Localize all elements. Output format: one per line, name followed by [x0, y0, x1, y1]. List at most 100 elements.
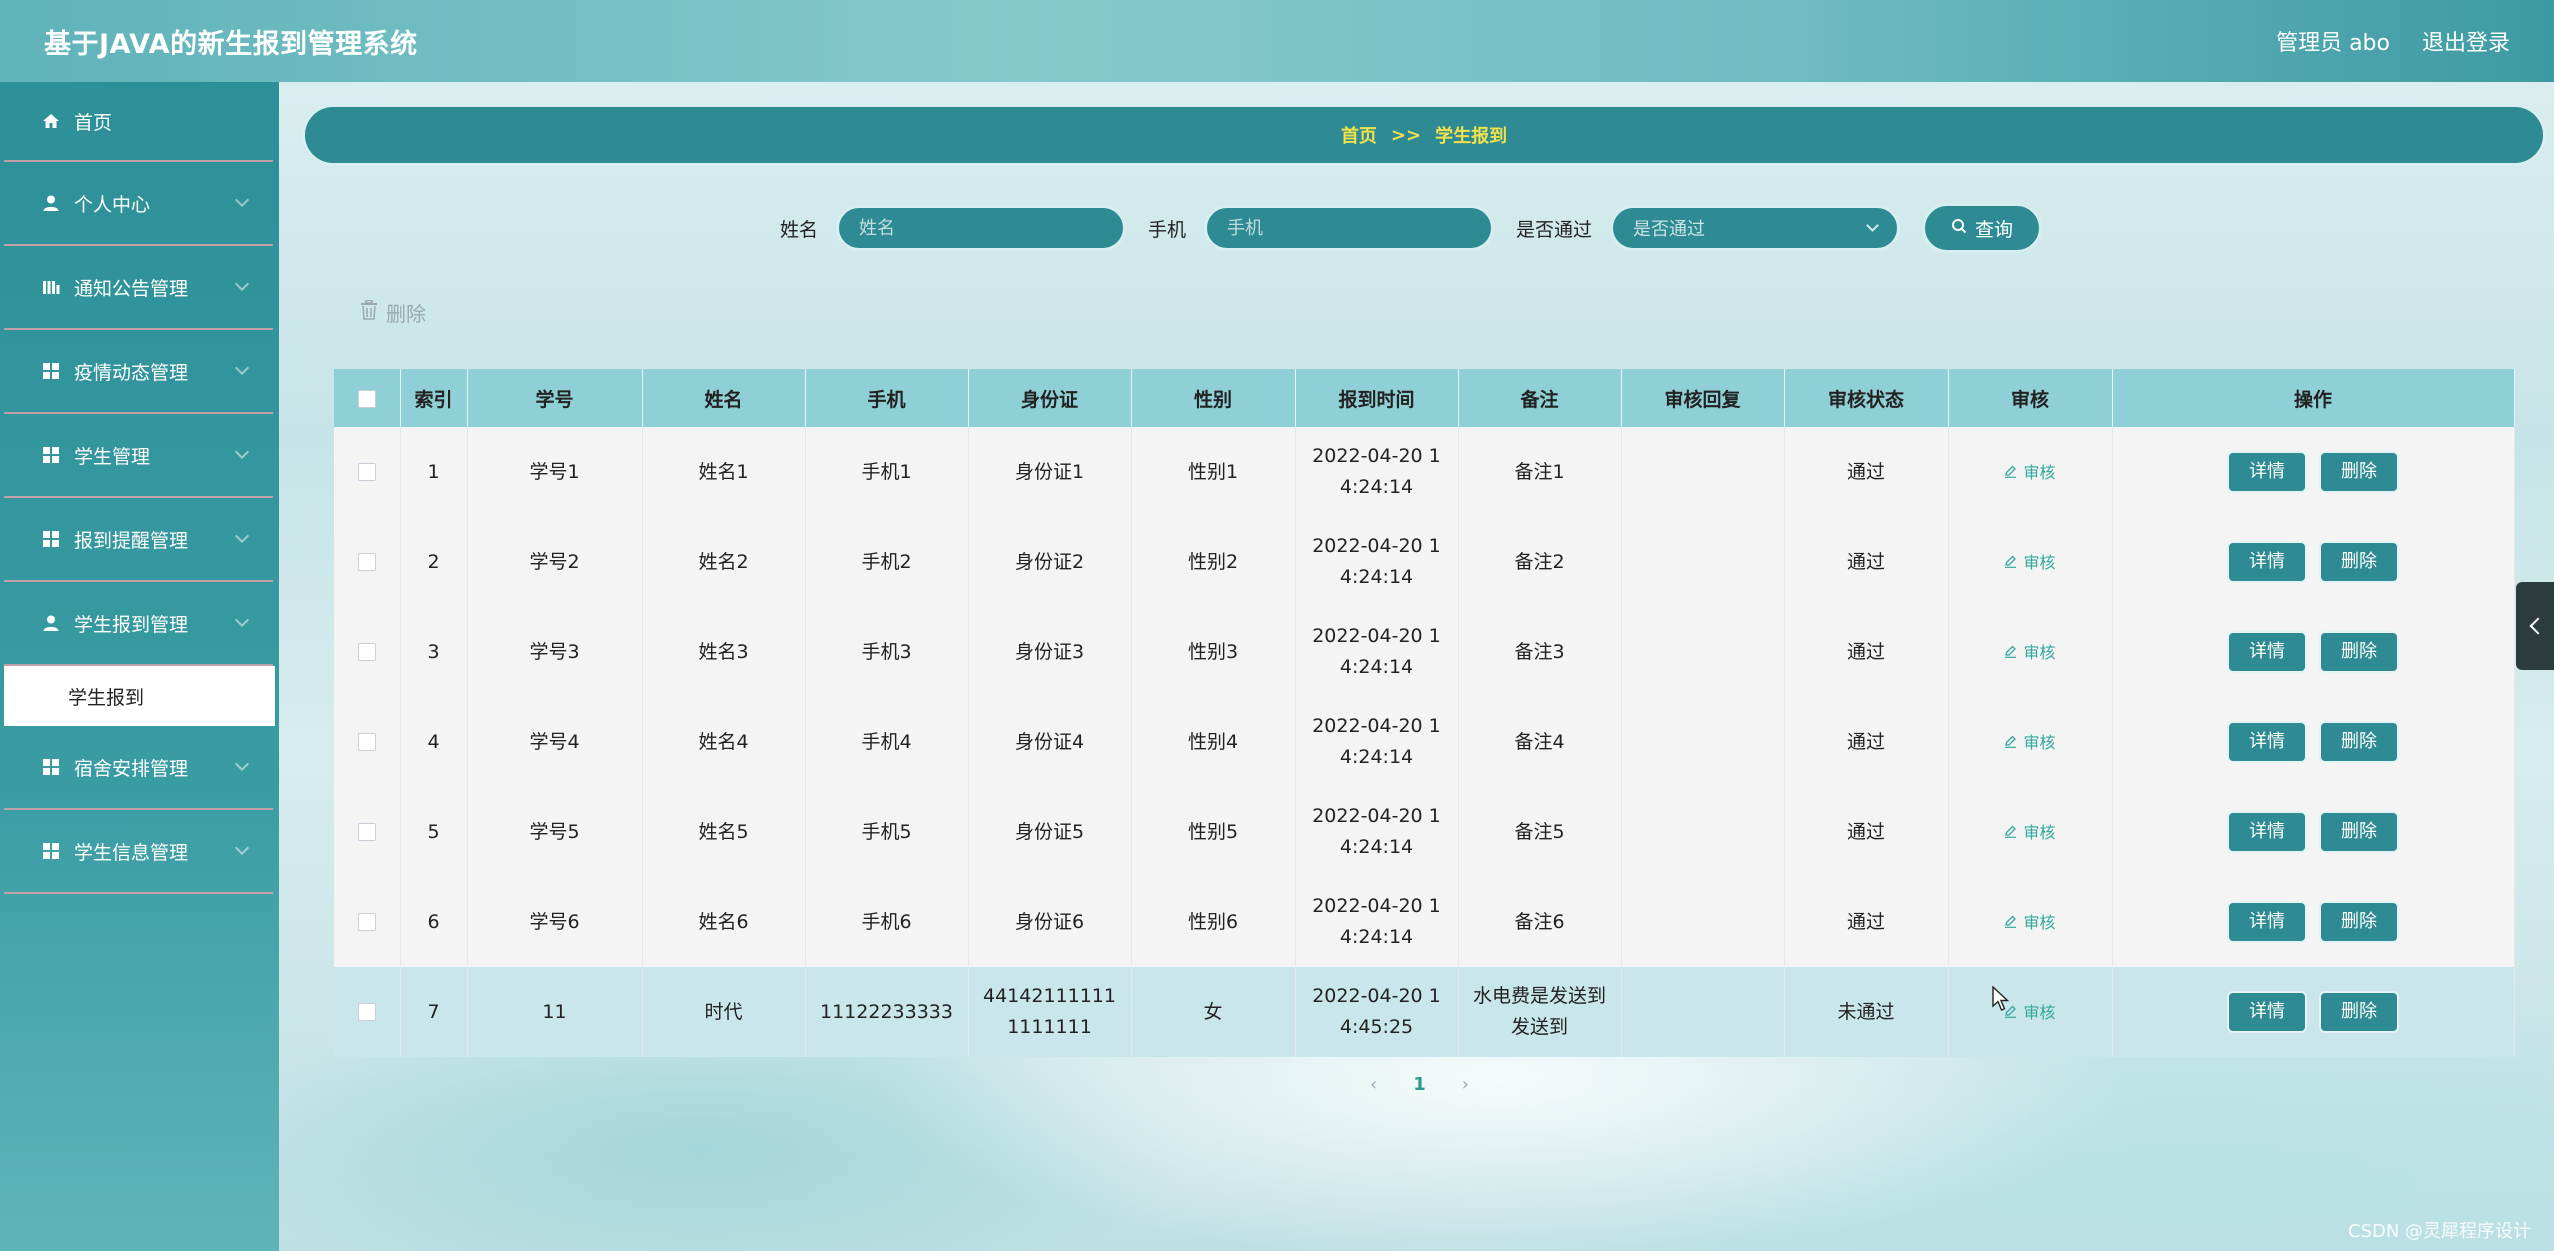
delete-button[interactable]: 删除 — [2319, 451, 2399, 493]
logout-link[interactable]: 退出登录 — [2422, 25, 2510, 57]
audit-link[interactable]: 审核 — [2004, 997, 2056, 1028]
breadcrumb-current: 学生报到 — [1435, 126, 1508, 147]
sidebar-item-label: 学生报到管理 — [74, 613, 189, 636]
sidebar-item-home[interactable]: 首页 — [4, 82, 273, 162]
column-header[interactable]: 手机 — [805, 369, 969, 427]
name-input[interactable] — [836, 205, 1127, 251]
detail-button[interactable]: 详情 — [2227, 631, 2307, 673]
row-checkbox[interactable] — [357, 643, 376, 661]
cell-reply — [1621, 967, 1785, 1057]
sidebar-item-notice[interactable]: 通知公告管理 — [4, 246, 273, 330]
sidebar-item-student-info[interactable]: 学生信息管理 — [4, 810, 273, 894]
row-checkbox[interactable] — [357, 733, 376, 751]
audit-link[interactable]: 审核 — [2004, 637, 2056, 668]
time-line-2: 4:24:14 — [1339, 926, 1414, 948]
detail-button[interactable]: 详情 — [2227, 991, 2307, 1033]
audit-link[interactable]: 审核 — [2004, 457, 2056, 488]
detail-button[interactable]: 详情 — [2227, 541, 2307, 583]
row-checkbox[interactable] — [357, 823, 376, 841]
sidebar-subitem-student-registration[interactable]: 学生报到 — [4, 666, 275, 726]
page-number[interactable]: 1 — [1413, 1074, 1426, 1095]
row-checkbox[interactable] — [357, 463, 376, 481]
audit-link-label: 审核 — [2023, 1002, 2056, 1022]
sidebar-item-label: 学生管理 — [74, 445, 151, 468]
audit-link[interactable]: 审核 — [2004, 727, 2056, 758]
column-header[interactable]: 审核状态 — [1784, 369, 1949, 427]
delete-button[interactable]: 删除 — [2319, 721, 2399, 763]
detail-button[interactable]: 详情 — [2227, 451, 2307, 493]
select-all-checkbox[interactable] — [357, 389, 376, 408]
table-row: 1 学号1 姓名1 手机1 身份证1 性别1 2022-04-20 1 4:24:14 备注1 通… — [334, 427, 2515, 517]
cell-status: 通过 — [1784, 427, 1949, 517]
current-user[interactable]: 管理员 abo — [2276, 25, 2390, 57]
time-line-1: 2022-04-20 1 — [1312, 715, 1441, 737]
column-header[interactable]: 操作 — [2112, 369, 2515, 427]
detail-button[interactable]: 详情 — [2227, 901, 2307, 943]
passed-select[interactable]: 是否通过 — [1610, 205, 1901, 251]
audit-link[interactable]: 审核 — [2004, 547, 2056, 578]
cell-time: 2022-04-20 1 4:45:25 — [1295, 967, 1459, 1057]
side-panel-toggle[interactable] — [2516, 582, 2554, 670]
sidebar: 首页 个人中心 通知公告管理 疫情动态管理 学生管理 报到提醒管理 学生报到管理… — [0, 82, 279, 1251]
sidebar-item-dormitory[interactable]: 宿舍安排管理 — [4, 726, 273, 810]
column-header[interactable]: 学号 — [467, 369, 643, 427]
row-checkbox[interactable] — [357, 553, 376, 571]
sidebar-item-reminders[interactable]: 报到提醒管理 — [4, 498, 273, 582]
row-checkbox[interactable] — [357, 1003, 376, 1021]
name-label: 姓名 — [780, 218, 819, 241]
remark-line-2: 发送到 — [1510, 1016, 1568, 1038]
sidebar-item-personal-center[interactable]: 个人中心 — [4, 162, 273, 246]
time-line-2: 4:24:14 — [1339, 836, 1414, 858]
cell-status: 通过 — [1784, 607, 1949, 697]
sidebar-item-epidemic[interactable]: 疫情动态管理 — [4, 330, 273, 414]
delete-button[interactable]: 删除 — [2319, 901, 2399, 943]
cell-id-card: 身份证4 — [968, 697, 1132, 787]
prev-page-button[interactable]: ‹ — [1370, 1074, 1377, 1095]
column-header[interactable]: 审核 — [1948, 369, 2113, 427]
cell-id-card: 身份证3 — [968, 607, 1132, 697]
cell-id-card: 身份证5 — [968, 787, 1132, 877]
audit-link[interactable]: 审核 — [2004, 907, 2056, 938]
remark-line-1: 备注4 — [1514, 730, 1565, 753]
bulk-delete-button[interactable]: 删除 — [360, 298, 426, 327]
column-header[interactable]: 姓名 — [642, 369, 806, 427]
cell-student-id: 学号1 — [467, 427, 643, 517]
cell-audit: 审核 — [1948, 427, 2113, 517]
phone-input[interactable] — [1204, 205, 1495, 251]
detail-button[interactable]: 详情 — [2227, 721, 2307, 763]
audit-link-label: 审核 — [2023, 732, 2056, 752]
delete-button[interactable]: 删除 — [2319, 631, 2399, 673]
breadcrumb-home[interactable]: 首页 — [1341, 122, 1377, 148]
sidebar-item-label: 学生信息管理 — [74, 841, 189, 864]
column-header[interactable]: 身份证 — [968, 369, 1132, 427]
column-header[interactable]: 性别 — [1131, 369, 1296, 427]
delete-button[interactable]: 删除 — [2319, 811, 2399, 853]
breadcrumb: 首页 >> 学生报到 — [305, 107, 2543, 163]
breadcrumb-separator: >> — [1390, 124, 1422, 146]
column-header[interactable]: 索引 — [400, 369, 468, 427]
cell-phone: 11122233333 — [805, 967, 969, 1057]
time-line-2: 4:24:14 — [1339, 656, 1414, 678]
column-header[interactable]: 备注 — [1458, 369, 1622, 427]
next-page-button[interactable]: › — [1462, 1074, 1469, 1095]
cell-remark: 备注4 — [1458, 697, 1622, 787]
column-header[interactable]: 报到时间 — [1295, 369, 1459, 427]
cell-index: 3 — [400, 607, 468, 697]
row-checkbox[interactable] — [357, 913, 376, 931]
sidebar-item-students[interactable]: 学生管理 — [4, 414, 273, 498]
sidebar-item-registration[interactable]: 学生报到管理 — [4, 582, 273, 666]
cell-remark: 备注5 — [1458, 787, 1622, 877]
delete-button[interactable]: 删除 — [2319, 991, 2399, 1033]
grid-icon — [42, 758, 60, 776]
query-button[interactable]: 查询 — [1922, 203, 2043, 253]
cell-operations: 详情 删除 — [2112, 517, 2515, 607]
time-line-1: 2022-04-20 1 — [1312, 445, 1441, 467]
edit-icon — [2004, 457, 2017, 488]
row-checkbox-cell — [334, 607, 401, 697]
remark-line-1: 备注5 — [1514, 820, 1565, 843]
cell-status: 通过 — [1784, 787, 1949, 877]
audit-link[interactable]: 审核 — [2004, 817, 2056, 848]
column-header[interactable]: 审核回复 — [1621, 369, 1785, 427]
delete-button[interactable]: 删除 — [2319, 541, 2399, 583]
detail-button[interactable]: 详情 — [2227, 811, 2307, 853]
